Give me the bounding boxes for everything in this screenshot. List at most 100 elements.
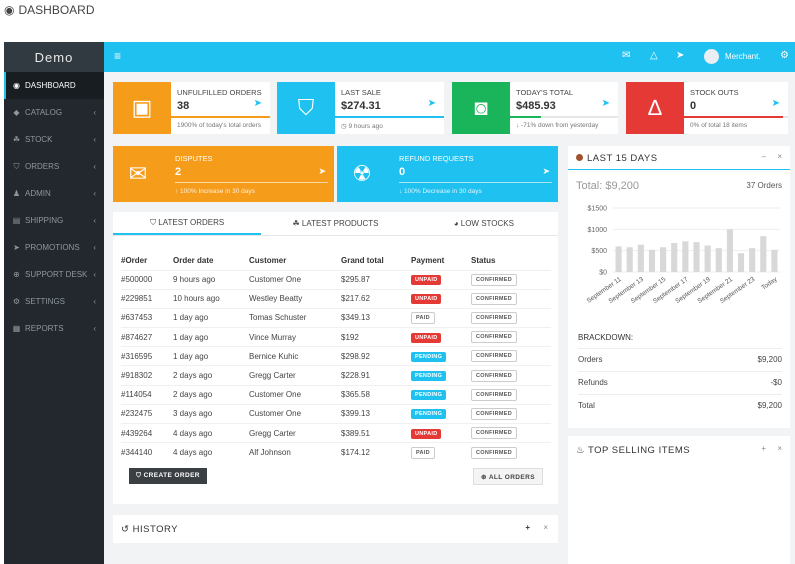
bell-icon[interactable]: △ xyxy=(650,50,658,61)
payment-badge: UNPAID xyxy=(411,275,442,286)
settings-icon[interactable]: ⚙ xyxy=(780,50,789,61)
sidebar-item-admin[interactable]: ♟ ADMIN ‹ xyxy=(4,180,104,207)
status-cell: CONFIRMED xyxy=(471,422,551,443)
box-subtext: ↑ 100% Increase in 30 days xyxy=(175,188,255,195)
stat-box-0[interactable]: ▣ UNFULFILLED ORDERS 38 1900% of today's to… xyxy=(113,82,270,134)
sidebar-item-catalog[interactable]: ◆ CATALOG ‹ xyxy=(4,99,104,126)
column-header[interactable]: Customer xyxy=(249,252,341,270)
tab-latest-orders[interactable]: ⛉ LATEST ORDERS xyxy=(113,212,262,235)
megaphone-icon[interactable]: ➤ xyxy=(676,50,684,61)
table-row[interactable]: #874627 1 day ago Vince Murray $192 UNPAID CO… xyxy=(121,327,551,347)
stat-box-1[interactable]: ⛉ LAST SALE $274.31 ◷ 9 hours ago ➤ xyxy=(277,82,444,134)
table-cell: #316595 xyxy=(121,346,173,366)
box-divider xyxy=(175,182,328,183)
top-navbar: ≡ ✉ △ ➤ Merchant. ⚙ xyxy=(104,42,795,72)
table-cell: #918302 xyxy=(121,365,173,386)
history-close-icon[interactable]: × xyxy=(543,523,548,532)
stat-box-2[interactable]: ◙ TODAY'S TOTAL $485.93 ↓ -71% down from ye… xyxy=(452,82,618,134)
sidebar-item-shipping[interactable]: ▤ SHIPPING ‹ xyxy=(4,207,104,234)
last15-close-icon[interactable]: × xyxy=(777,152,782,161)
nav-icon: ➤ xyxy=(13,243,20,252)
arrow-right-icon[interactable]: ➤ xyxy=(602,98,610,109)
user-name[interactable]: Merchant. xyxy=(725,52,761,61)
table-row[interactable]: #439264 4 days ago Gregg Carter $389.51 UNPA… xyxy=(121,422,551,443)
stat-progress-fill xyxy=(335,116,444,118)
breakdown-row: Total $9,200 xyxy=(578,394,782,416)
nav-icon: ◉ xyxy=(13,81,20,90)
sidebar-item-stock[interactable]: ☘ STOCK ‹ xyxy=(4,126,104,153)
sidebar-item-dashboard[interactable]: ◉ DASHBOARD xyxy=(4,72,104,99)
chart-bar[interactable] xyxy=(693,242,700,272)
sidebar-item-support-desk[interactable]: ⊕ SUPPORT DESK ‹ xyxy=(4,261,104,288)
table-row[interactable]: #637453 1 day ago Tomas Schuster $349.13 PAI… xyxy=(121,307,551,328)
tab-low-stocks[interactable]: ◕ LOW STOCKS xyxy=(410,212,558,235)
cubes-icon: ☘ xyxy=(292,219,302,228)
arrow-right-icon[interactable]: ➤ xyxy=(772,98,780,109)
table-row[interactable]: #229851 10 hours ago Westley Beatty $217.62… xyxy=(121,288,551,309)
top-selling-collapse-icon[interactable]: + xyxy=(761,444,766,453)
column-header[interactable]: Order date xyxy=(173,252,249,270)
top-selling-close-icon[interactable]: × xyxy=(777,444,782,453)
history-icon: ↺ xyxy=(121,524,133,535)
chart-bar[interactable] xyxy=(671,242,678,272)
table-cell: #874627 xyxy=(121,327,173,347)
sidebar-item-orders[interactable]: ⛉ ORDERS ‹ xyxy=(4,153,104,180)
payment-badge: PENDING xyxy=(411,390,447,401)
chart-bar[interactable] xyxy=(682,241,689,272)
chart-bar[interactable] xyxy=(771,249,778,272)
chart-bar[interactable] xyxy=(704,245,711,272)
menu-toggle-icon[interactable]: ≡ xyxy=(114,49,121,63)
stat-box-3[interactable]: ∆ STOCK OUTS 0 0% of total 18 items ➤ xyxy=(626,82,788,134)
chart-bar[interactable] xyxy=(615,246,622,272)
column-header[interactable]: Status xyxy=(471,252,551,270)
last15-header: LAST 15 DAYS – × xyxy=(568,146,790,170)
sidebar-item-promotions[interactable]: ➤ PROMOTIONS ‹ xyxy=(4,234,104,261)
create-order-button[interactable]: ⛉ CREATE ORDER xyxy=(129,468,207,484)
table-row[interactable]: #500000 9 hours ago Customer One $295.87 UNP… xyxy=(121,269,551,290)
chart-bar[interactable] xyxy=(726,229,733,272)
brand-logo[interactable]: Demo xyxy=(4,42,104,72)
chart-bar[interactable] xyxy=(648,249,656,272)
table-row[interactable]: #114054 2 days ago Customer One $365.58 PEND… xyxy=(121,384,551,405)
table-row[interactable]: #344140 4 days ago Alf Johnson $174.12 PAID C… xyxy=(121,442,551,462)
send-icon[interactable]: ➤ xyxy=(318,166,326,177)
sidebar-item-settings[interactable]: ⚙ SETTINGS ‹ xyxy=(4,288,104,315)
nav-icon: ▦ xyxy=(12,324,21,333)
chart-bar[interactable] xyxy=(737,253,745,272)
table-cell: 4 days ago xyxy=(173,422,249,443)
breakdown-key: Refunds xyxy=(578,378,608,387)
column-header[interactable]: Payment xyxy=(411,252,471,270)
table-row[interactable]: #918302 2 days ago Gregg Carter $228.91 PEND… xyxy=(121,365,551,386)
nav-icon: ⛉ xyxy=(13,161,20,171)
table-row[interactable]: #316595 1 day ago Bernice Kuhic $298.92 PEND… xyxy=(121,346,551,366)
mail-icon[interactable]: ✉ xyxy=(622,50,630,61)
table-row[interactable]: #232475 3 days ago Customer One $399.13 PEND… xyxy=(121,403,551,424)
table-cell: $365.58 xyxy=(341,384,411,405)
payment-badge: PAID xyxy=(411,311,435,324)
chart-bar[interactable] xyxy=(660,247,667,272)
last15-panel: LAST 15 DAYS – × Total: $9,200 37 Orders… xyxy=(568,146,790,428)
nav-icon: ◆ xyxy=(13,108,20,117)
all-orders-button[interactable]: ⊕ ALL ORDERS xyxy=(473,468,543,485)
arrow-right-icon[interactable]: ➤ xyxy=(254,98,262,109)
column-header[interactable]: Grand total xyxy=(341,252,411,270)
tab-latest-products[interactable]: ☘ LATEST PRODUCTS xyxy=(261,212,409,235)
send-icon[interactable]: ➤ xyxy=(542,166,550,177)
refund-requests-box[interactable]: ☢ REFUND REQUESTS 0 ↓ 100% Decrease in 30 d… xyxy=(337,146,558,202)
chart-bar[interactable] xyxy=(626,247,633,272)
disputes-box[interactable]: ✉ DISPUTES 2 ↑ 100% Increase in 30 days ➤ xyxy=(113,146,334,202)
chart-bar[interactable] xyxy=(715,248,722,272)
column-header[interactable]: #Order xyxy=(121,252,173,270)
chart-bar[interactable] xyxy=(760,236,767,272)
status-badge: CONFIRMED xyxy=(471,331,518,344)
sidebar-item-reports[interactable]: ▦ REPORTS ‹ xyxy=(4,315,104,342)
chart-bar[interactable] xyxy=(637,244,644,272)
table-cell: 2 days ago xyxy=(173,365,249,386)
avatar[interactable] xyxy=(704,49,719,64)
payment-cell: PAID xyxy=(411,307,471,328)
chart-bar[interactable] xyxy=(749,248,756,272)
history-collapse-icon[interactable]: + xyxy=(525,523,530,532)
arrow-right-icon[interactable]: ➤ xyxy=(428,98,436,109)
last15-minimize-icon[interactable]: – xyxy=(762,152,766,161)
stat-value: 0 xyxy=(690,100,697,112)
